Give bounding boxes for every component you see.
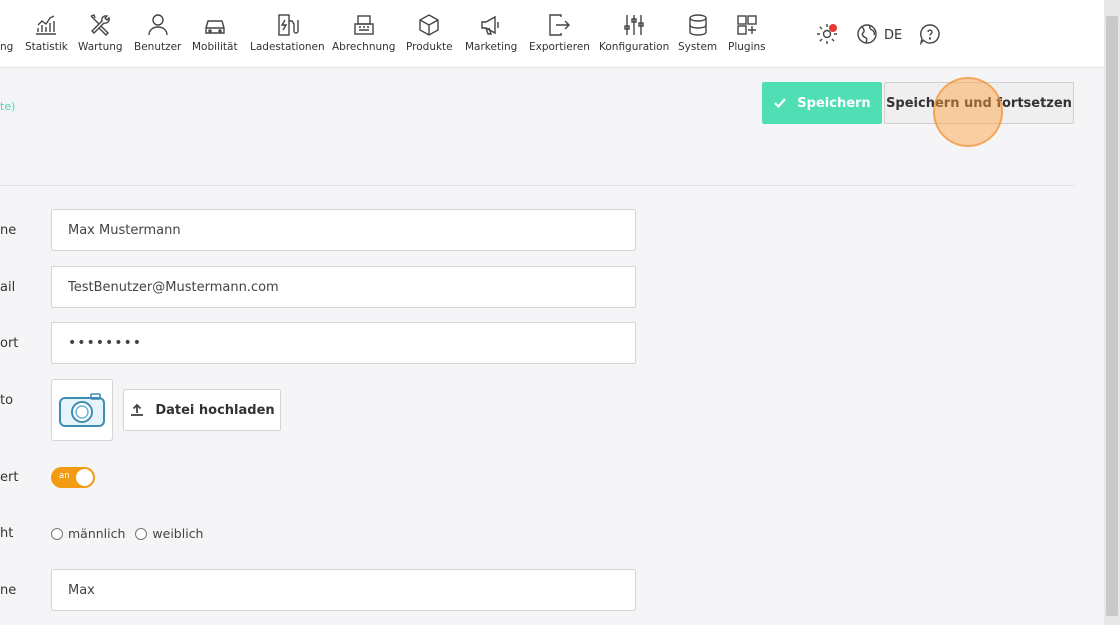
password-label: ort bbox=[0, 336, 19, 351]
email-input[interactable]: TestBenutzer@Mustermann.com bbox=[51, 266, 636, 308]
cash-register-icon bbox=[354, 15, 374, 35]
notification-dot bbox=[829, 24, 837, 32]
nav-label-ladestationen: Ladestationen bbox=[250, 41, 325, 53]
upload-button-label: Datei hochladen bbox=[155, 402, 275, 418]
nav-item-mobilitaet[interactable]: Mobilität bbox=[192, 12, 238, 53]
nav-label-marketing: Marketing bbox=[465, 41, 518, 53]
language-globe-button[interactable] bbox=[855, 22, 879, 50]
gender-option-male[interactable]: männlich bbox=[51, 526, 125, 541]
nav-label-plugins: Plugins bbox=[728, 41, 766, 53]
nav-item-plugins[interactable]: Plugins bbox=[728, 12, 766, 53]
nav-label-system: System bbox=[678, 41, 718, 53]
language-label[interactable]: DE bbox=[884, 28, 902, 43]
top-navigation-bar: ng Statistik Wartung Benutzer Mobilität … bbox=[0, 0, 1104, 68]
vertical-scrollbar[interactable] bbox=[1104, 0, 1120, 625]
nav-item-partial[interactable]: ng bbox=[0, 12, 13, 53]
breadcrumb-link-fragment[interactable]: te) bbox=[0, 100, 15, 113]
nav-label-wartung: Wartung bbox=[78, 41, 123, 53]
save-button[interactable]: Speichern bbox=[762, 82, 882, 124]
gender-radio-group: männlich weiblich bbox=[51, 526, 203, 541]
scrollbar-thumb[interactable] bbox=[1106, 16, 1118, 616]
toggle-knob bbox=[76, 469, 93, 486]
nav-item-partial-label: ng bbox=[0, 41, 14, 53]
settings-button[interactable] bbox=[815, 22, 839, 50]
charging-station-icon bbox=[278, 14, 300, 36]
nav-item-benutzer[interactable]: Benutzer bbox=[134, 12, 181, 53]
tools-icon bbox=[90, 14, 111, 36]
gender-option-female[interactable]: weiblich bbox=[135, 526, 203, 541]
photo-preview[interactable] bbox=[51, 379, 113, 441]
globe-icon bbox=[857, 24, 877, 44]
upload-icon bbox=[131, 403, 144, 416]
save-button-label: Speichern bbox=[797, 95, 871, 111]
nav-item-ladestationen[interactable]: Ladestationen bbox=[250, 12, 325, 53]
nav-item-marketing[interactable]: Marketing bbox=[465, 12, 517, 53]
nav-item-system[interactable]: System bbox=[678, 12, 717, 53]
help-button[interactable] bbox=[918, 22, 942, 50]
nav-label-exportieren: Exportieren bbox=[529, 41, 590, 53]
photo-label: to bbox=[0, 393, 14, 408]
user-icon bbox=[147, 14, 168, 36]
email-label: ail bbox=[0, 280, 16, 295]
gender-label: ht bbox=[0, 526, 14, 541]
nav-item-abrechnung[interactable]: Abrechnung bbox=[332, 12, 395, 53]
nav-item-konfiguration[interactable]: Konfiguration bbox=[599, 12, 669, 53]
active-toggle[interactable]: an bbox=[51, 467, 95, 488]
upload-file-button[interactable]: Datei hochladen bbox=[123, 389, 281, 431]
nav-label-statistik: Statistik bbox=[25, 41, 68, 53]
plugins-icon bbox=[737, 15, 757, 35]
database-icon bbox=[688, 14, 707, 36]
nav-label-benutzer: Benutzer bbox=[134, 41, 182, 53]
export-icon bbox=[549, 14, 571, 36]
gender-option-female-label: weiblich bbox=[152, 526, 204, 541]
checkmark-icon bbox=[774, 98, 787, 109]
toggle-state-label: an bbox=[59, 471, 70, 481]
nav-item-wartung[interactable]: Wartung bbox=[78, 12, 123, 53]
active-label: ert bbox=[0, 470, 19, 485]
box-icon bbox=[419, 14, 440, 36]
gender-option-male-label: männlich bbox=[68, 526, 126, 541]
nav-item-statistik[interactable]: Statistik bbox=[25, 12, 68, 53]
megaphone-icon bbox=[481, 15, 499, 35]
name-label: ne bbox=[0, 223, 17, 238]
name-input[interactable]: Max Mustermann bbox=[51, 209, 636, 251]
firstname-label: ne bbox=[0, 583, 17, 598]
nav-label-produkte: Produkte bbox=[406, 41, 453, 53]
section-divider bbox=[0, 185, 1075, 186]
password-input[interactable]: •••••••• bbox=[51, 322, 636, 364]
nav-label-mobilitaet: Mobilität bbox=[192, 41, 238, 53]
nav-item-produkte[interactable]: Produkte bbox=[406, 12, 453, 53]
save-and-continue-button[interactable]: Speichern und fortsetzen bbox=[884, 82, 1074, 124]
radio-circle[interactable] bbox=[135, 527, 148, 540]
camera-icon bbox=[59, 393, 105, 427]
nav-item-exportieren[interactable]: Exportieren bbox=[529, 12, 590, 53]
radio-circle[interactable] bbox=[51, 527, 63, 540]
help-bubble-icon bbox=[919, 24, 940, 46]
car-icon bbox=[205, 20, 225, 34]
firstname-input[interactable]: Max bbox=[51, 569, 636, 611]
nav-label-abrechnung: Abrechnung bbox=[332, 41, 396, 53]
chart-icon bbox=[36, 15, 57, 35]
sliders-icon bbox=[624, 15, 644, 35]
nav-label-konfiguration: Konfiguration bbox=[599, 41, 670, 53]
